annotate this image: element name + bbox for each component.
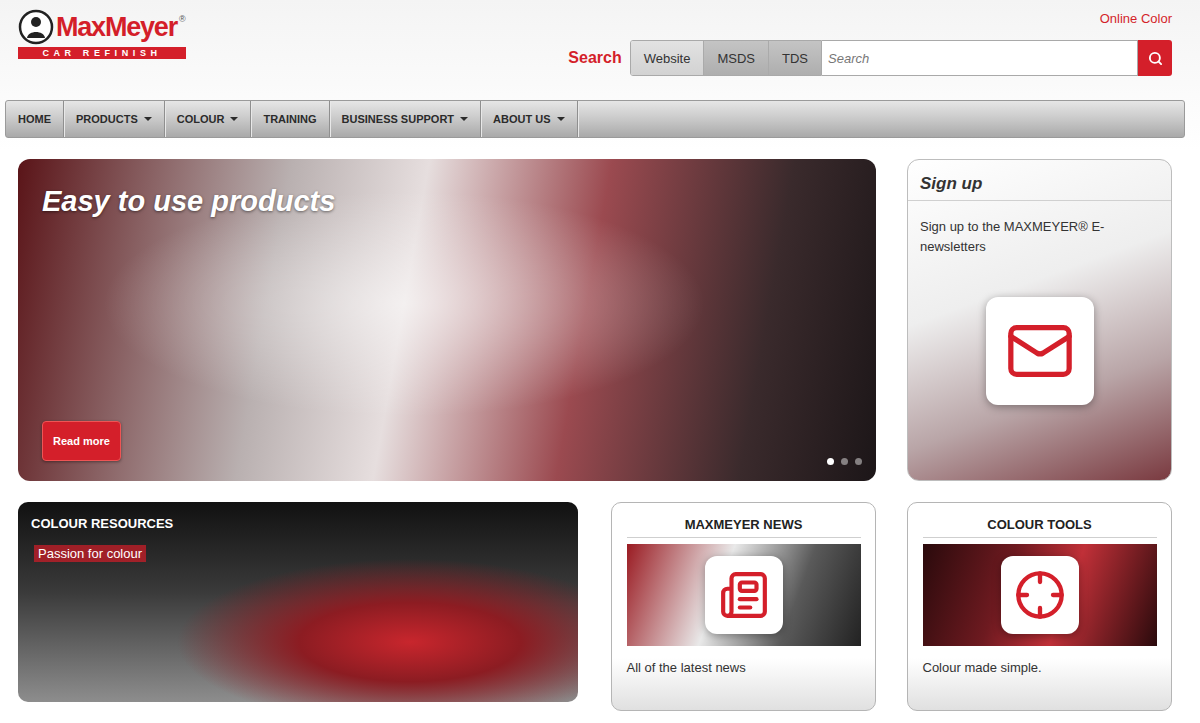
top-row: Easy to use products Read more Sign upSign…	[18, 159, 1172, 481]
logo-emblem-icon	[18, 9, 54, 45]
info-card-image	[627, 544, 861, 646]
signup-card[interactable]: Sign upSign up to the MAXMEYER® E-newsle…	[907, 159, 1172, 481]
carousel-dot[interactable]	[841, 458, 848, 465]
logo[interactable]: MaxMeyer®CAR REFINISH	[18, 8, 186, 100]
search-scope-group: WebsiteMSDSTDS	[630, 40, 822, 76]
hero-title: Easy to use products	[42, 185, 862, 218]
logo-top: MaxMeyer®	[18, 8, 186, 46]
carousel-dot[interactable]	[855, 458, 862, 465]
info-card-image	[923, 544, 1157, 646]
caret-icon	[230, 117, 238, 121]
info-card-title: MAXMEYER NEWS	[627, 503, 861, 538]
search-bar: Search WebsiteMSDSTDS	[568, 40, 1200, 76]
info-card-caption: All of the latest news	[627, 660, 861, 675]
caret-icon	[144, 117, 152, 121]
page: MaxMeyer®CAR REFINISHOnline ColorSearchW…	[0, 0, 1200, 723]
header-right: Online Color Search WebsiteMSDSTDS	[568, 8, 1172, 100]
read-more-button[interactable]: Read more	[42, 421, 121, 461]
info-card-title: COLOUR TOOLS	[923, 503, 1157, 538]
search-label: Search	[568, 49, 621, 67]
search-input[interactable]	[822, 40, 1138, 76]
hero-banner: Easy to use products Read more	[18, 159, 876, 481]
nav-item[interactable]: TRAINING	[251, 101, 329, 137]
signup-icon-area	[908, 257, 1171, 480]
header: MaxMeyer®CAR REFINISHOnline ColorSearchW…	[0, 0, 1200, 100]
signup-title: Sign up	[908, 160, 1171, 201]
nav-item[interactable]: COLOUR	[165, 101, 252, 137]
newspaper-icon	[719, 570, 769, 620]
crosshair-icon	[1014, 569, 1066, 621]
logo-mark: ®	[179, 14, 186, 24]
signup-text: Sign up to the MAXMEYER® E-newsletters	[908, 201, 1118, 257]
info-card-icon-tile	[705, 556, 783, 634]
colour-resources-tag: Passion for colour	[34, 545, 146, 562]
nav-item[interactable]: ABOUT US	[481, 101, 577, 137]
info-cards: MAXMEYER NEWS All of the latest news COLOU…	[611, 502, 1172, 711]
signup-icon-tile	[986, 297, 1094, 405]
colour-resources-title: COLOUR RESOURCES	[31, 516, 173, 531]
nav-item[interactable]: BUSINESS SUPPORT	[330, 101, 481, 137]
nav-item[interactable]: PRODUCTS	[64, 101, 165, 137]
search-scope[interactable]: Website	[631, 41, 705, 75]
main: Easy to use products Read more Sign upSign…	[0, 138, 1200, 711]
info-card-caption: Colour made simple.	[923, 660, 1157, 675]
search-scope[interactable]: MSDS	[704, 41, 769, 75]
envelope-icon	[1005, 316, 1075, 386]
info-card-icon-tile	[1001, 556, 1079, 634]
hero-bottom: Read more	[42, 421, 862, 461]
search-button[interactable]	[1138, 40, 1172, 76]
magnifier-icon	[1148, 51, 1163, 66]
info-card[interactable]: COLOUR TOOLS Colour made simple.	[907, 502, 1172, 711]
caret-icon	[460, 117, 468, 121]
logo-tagline: CAR REFINISH	[18, 47, 186, 59]
online-color-link[interactable]: Online Color	[1100, 11, 1172, 26]
bottom-row: COLOUR RESOURCES Passion for colour MAXMEY…	[18, 502, 1172, 711]
info-card[interactable]: MAXMEYER NEWS All of the latest news	[611, 502, 876, 711]
caret-icon	[557, 117, 565, 121]
nav-bar: HOMEPRODUCTSCOLOURTRAININGBUSINESS SUPPO…	[5, 100, 1185, 138]
search-scope[interactable]: TDS	[769, 41, 821, 75]
colour-resources-card[interactable]: COLOUR RESOURCES Passion for colour	[18, 502, 578, 702]
nav-item[interactable]: HOME	[6, 101, 64, 137]
carousel-dot[interactable]	[827, 458, 834, 465]
carousel-dots	[827, 458, 862, 465]
logo-name: MaxMeyer	[56, 14, 177, 41]
